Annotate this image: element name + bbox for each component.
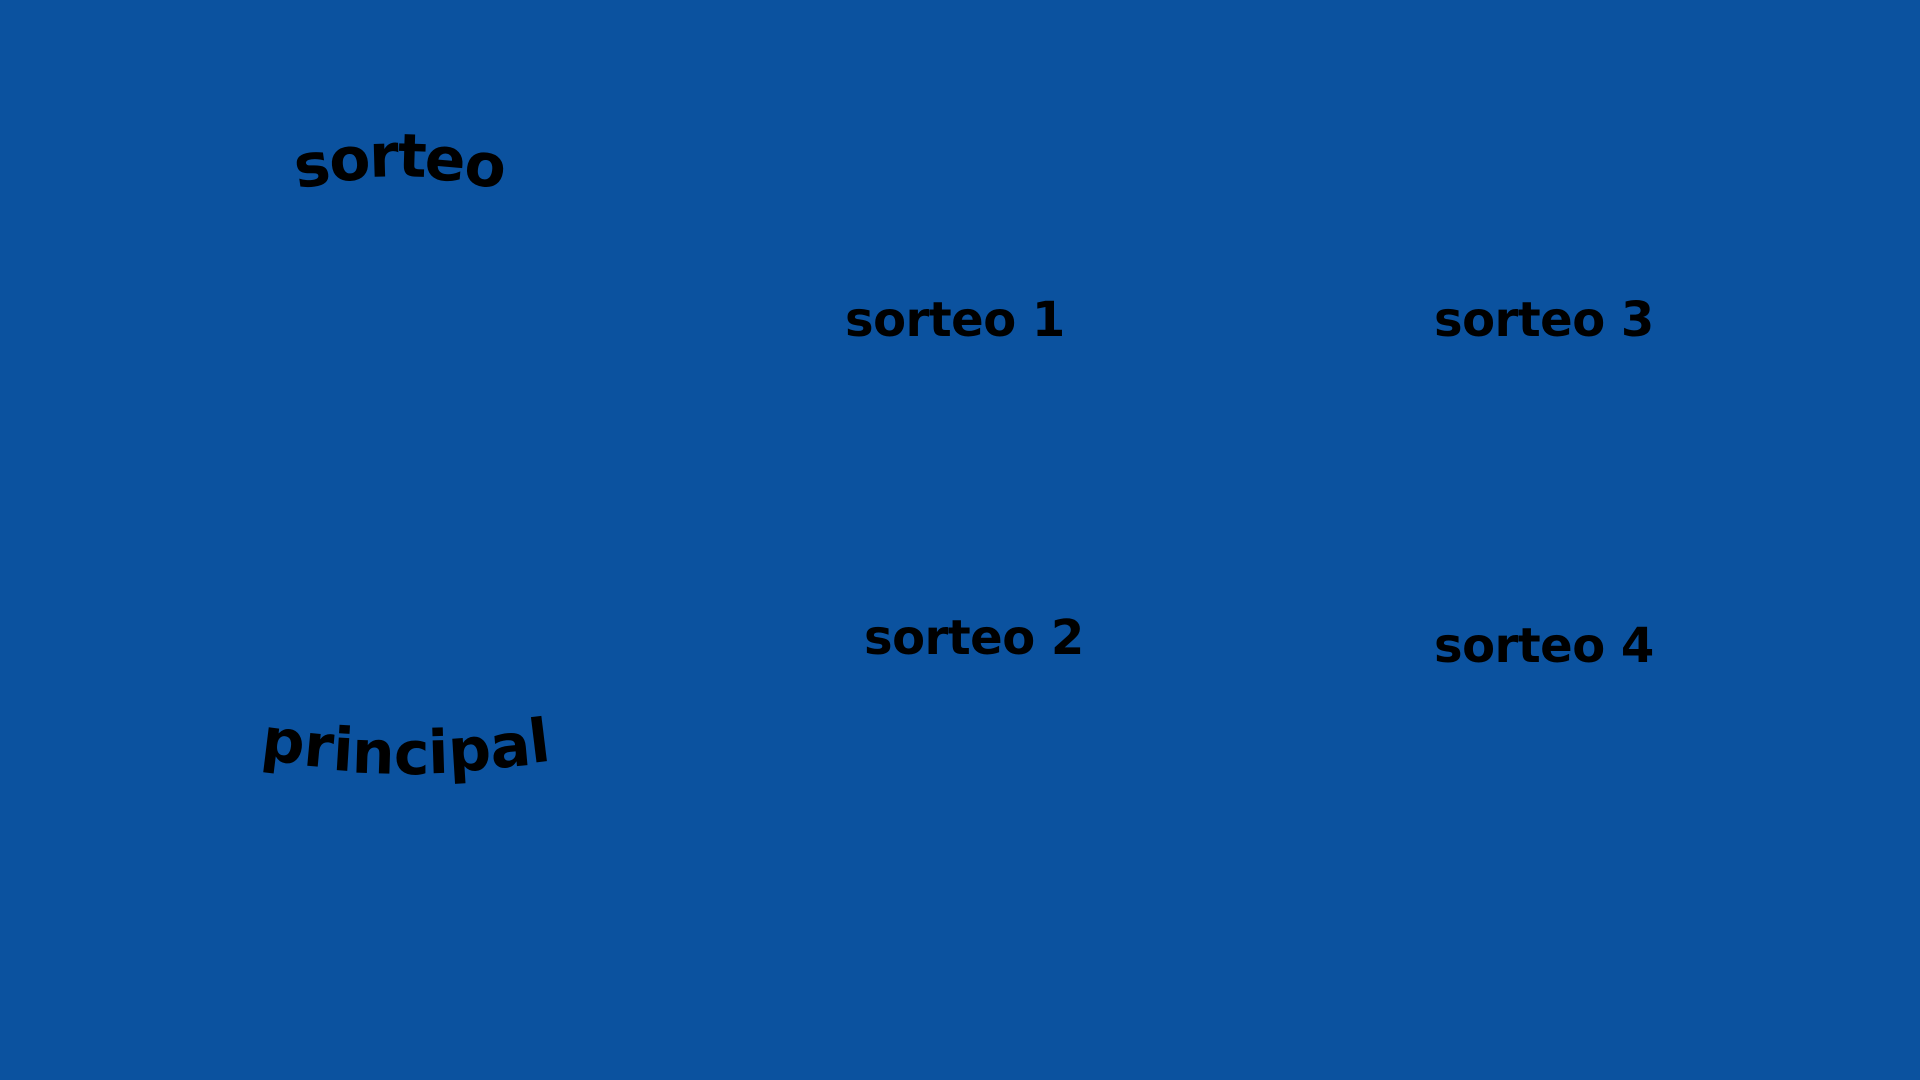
title-letter: n (351, 717, 395, 789)
title-letter: o (325, 123, 372, 197)
title-letter: i (427, 717, 450, 789)
sorteo-1-link[interactable]: sorteo 1 (845, 296, 1065, 344)
title-letter: r (367, 121, 399, 192)
title-sorteo: sorteo (289, 121, 510, 203)
title-letter: p (445, 714, 493, 787)
title-letter: c (393, 719, 430, 789)
title-principal: principal (257, 704, 553, 789)
sorteo-4-link[interactable]: sorteo 4 (1434, 622, 1654, 670)
title-letter: p (257, 704, 309, 780)
title-letter: r (300, 710, 336, 783)
title-letter: s (289, 128, 334, 204)
title-letter: t (396, 121, 427, 192)
title-letter: e (422, 123, 468, 197)
title-letter: o (460, 128, 510, 204)
sorteo-2-link[interactable]: sorteo 2 (864, 614, 1084, 662)
sorteo-3-link[interactable]: sorteo 3 (1434, 296, 1654, 344)
title-letter: a (486, 709, 533, 784)
